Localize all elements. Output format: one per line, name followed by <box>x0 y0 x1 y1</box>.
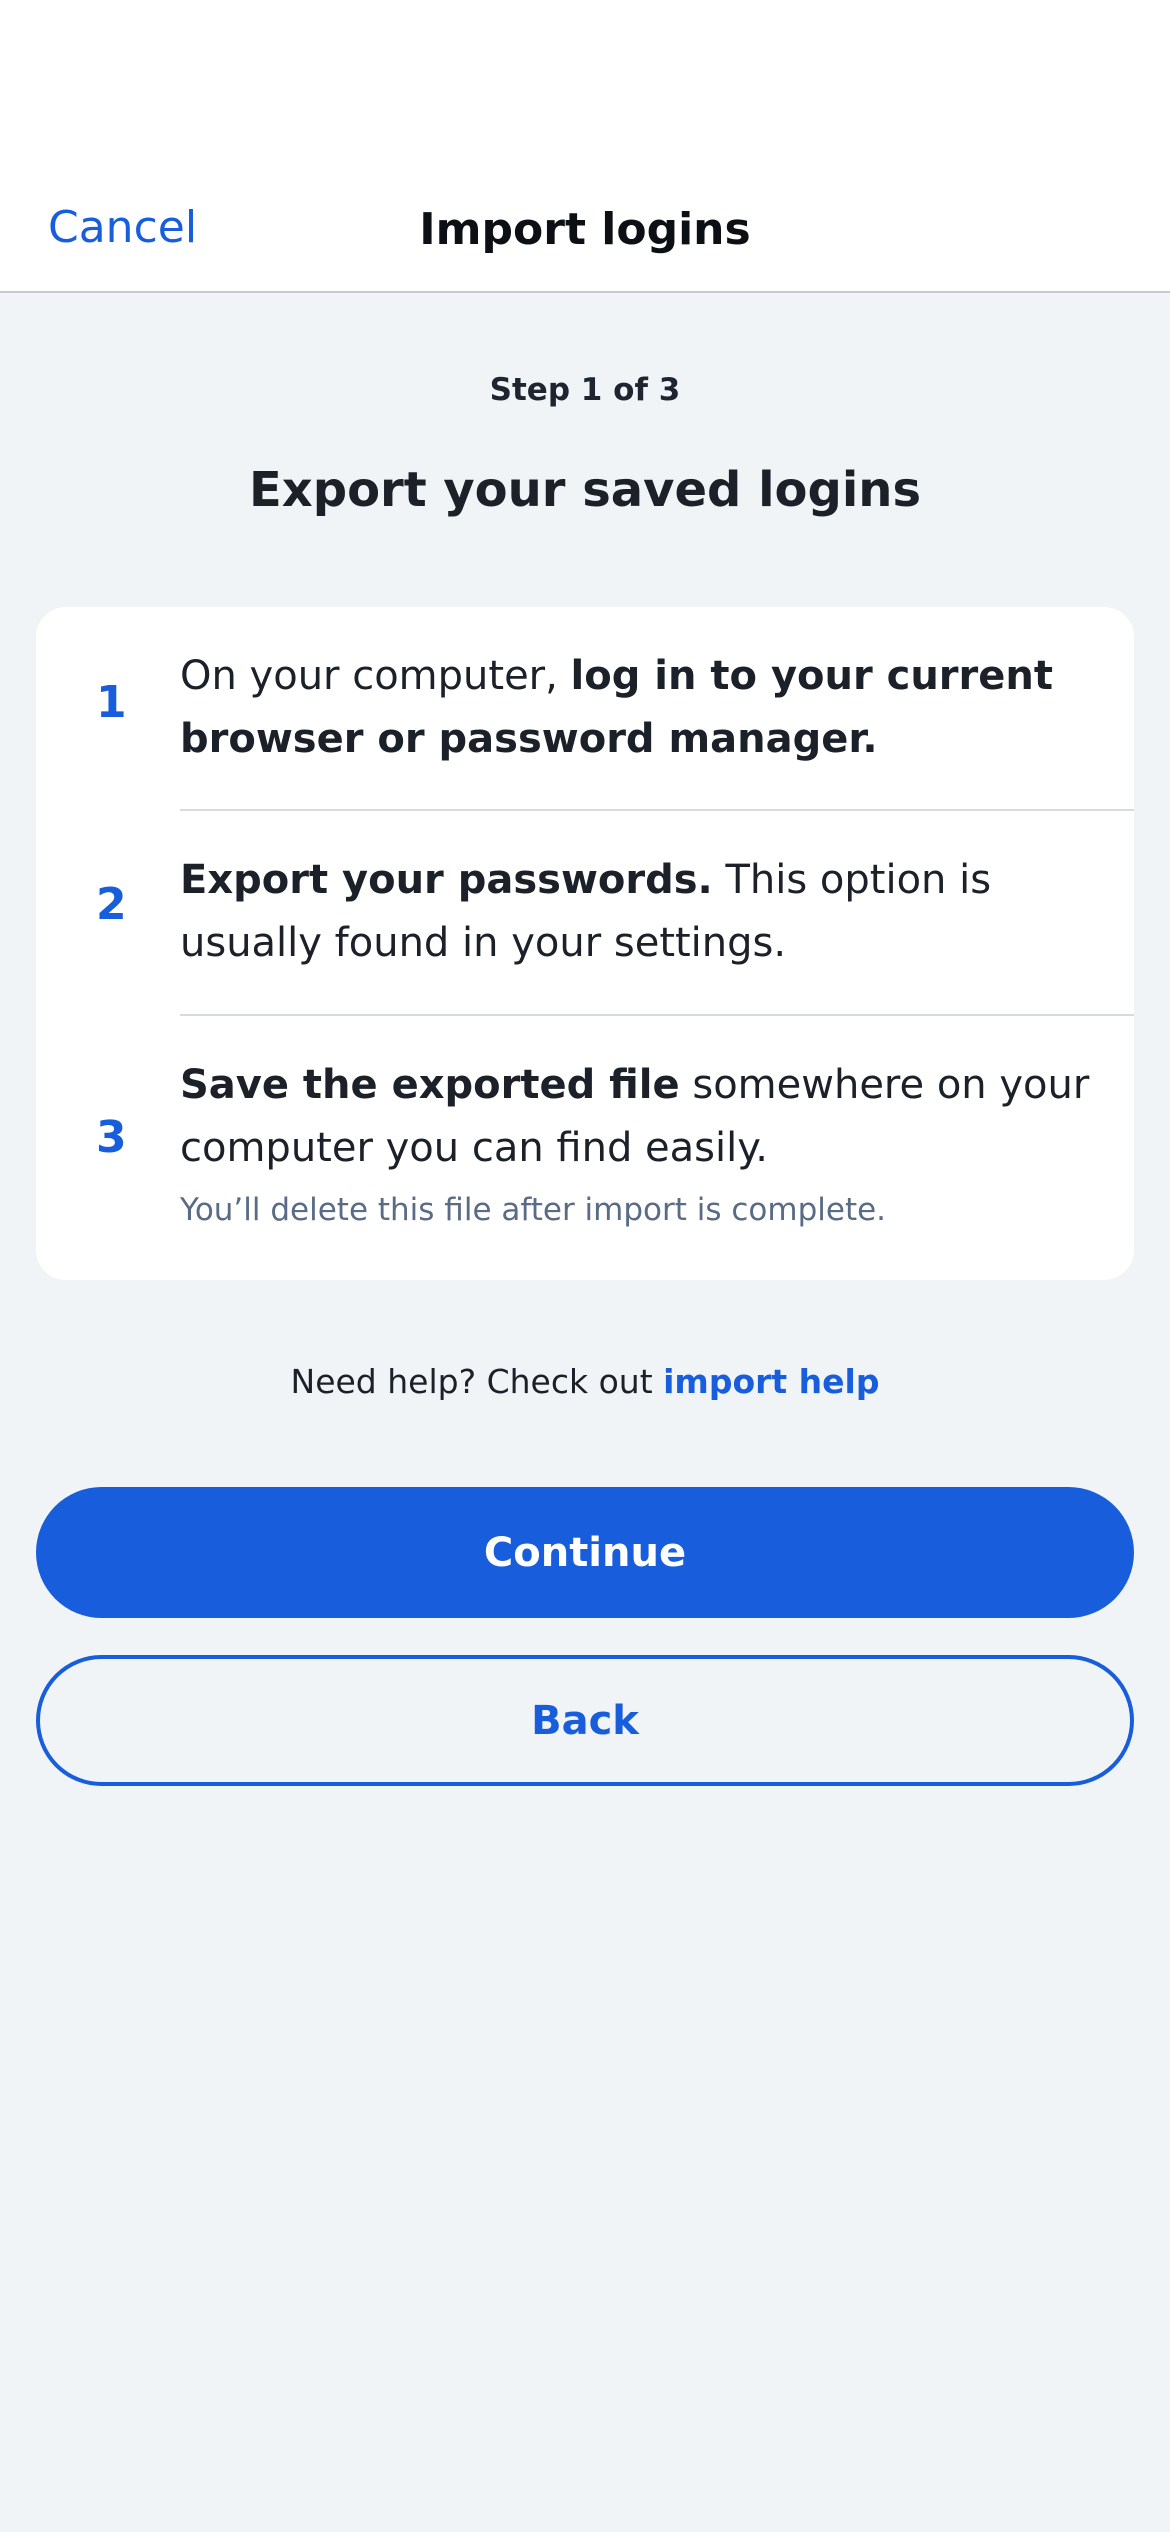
instructions-card: 1 On your computer, log in to your curre… <box>36 607 1134 1280</box>
step-text-plain: On your computer, <box>180 653 571 699</box>
step-note: You’ll delete this file after import is … <box>180 1192 887 1228</box>
help-prefix: Need help? Check out <box>290 1362 664 1401</box>
section-heading: Export your saved logins <box>248 462 922 518</box>
continue-button[interactable]: Continue <box>36 1487 1134 1618</box>
step-indicator: Step 1 of 3 <box>489 372 681 408</box>
step-text: Save the exported file somewhere on your… <box>180 1054 1110 1180</box>
back-button[interactable]: Back <box>36 1655 1134 1786</box>
help-text: Need help? Check out import help <box>0 1362 1170 1401</box>
step-number: 2 <box>96 879 127 930</box>
page-title: Import logins <box>419 204 751 255</box>
step-number: 3 <box>96 1112 127 1163</box>
step-text: Export your passwords. This option is us… <box>180 849 1110 975</box>
instruction-step-1: 1 On your computer, log in to your curre… <box>36 607 1134 809</box>
step-text: On your computer, log in to your current… <box>180 645 1110 771</box>
instruction-step-3: 3 Save the exported file somewhere on yo… <box>36 1016 1134 1280</box>
step-text-bold: Save the exported file <box>180 1062 680 1108</box>
import-help-link[interactable]: import help <box>663 1362 879 1401</box>
step-text-bold: Export your passwords. <box>180 857 713 903</box>
nav-bar: Cancel Import logins <box>0 0 1170 293</box>
instruction-step-2: 2 Export your passwords. This option is … <box>36 811 1134 1014</box>
step-number: 1 <box>96 677 127 728</box>
